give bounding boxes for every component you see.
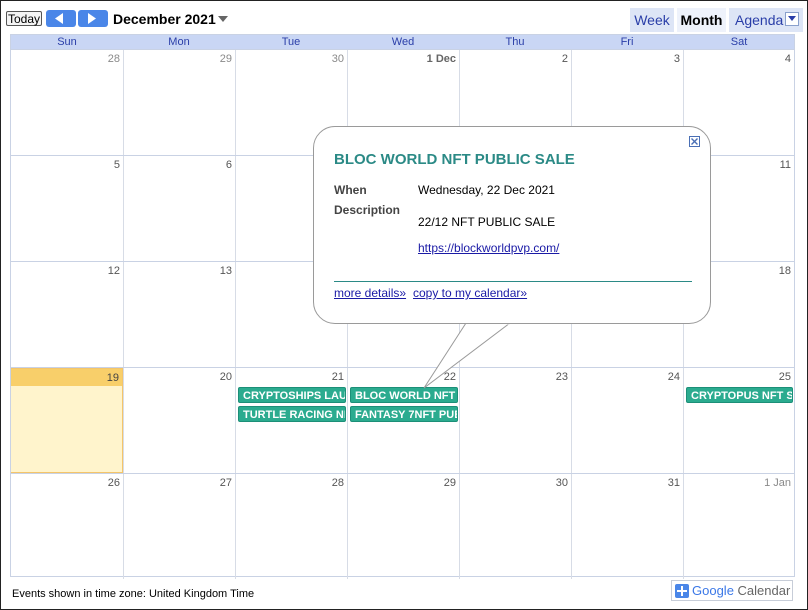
chevron-right-icon	[88, 13, 96, 24]
day-number: 29	[219, 53, 232, 65]
day-cell[interactable]: 20	[123, 368, 235, 473]
day-cell[interactable]: 30	[459, 474, 571, 579]
more-details-link[interactable]: more details»	[334, 286, 406, 300]
day-cell-today[interactable]: 19	[11, 368, 123, 473]
badge-calendar-word: Calendar	[737, 583, 791, 598]
chevron-left-icon	[55, 13, 63, 24]
day-cell[interactable]: 6	[123, 156, 235, 261]
day-cell[interactable]: 25 CRYPTOPUS NFT SALE	[683, 368, 794, 473]
day-number: 31	[667, 477, 680, 489]
event-chip[interactable]: TURTLE RACING NFT	[238, 406, 346, 422]
day-cell[interactable]: 1 Jan	[683, 474, 794, 579]
day-number: 18	[778, 265, 791, 277]
day-number: 30	[331, 53, 344, 65]
badge-google-word: Google	[692, 583, 734, 598]
day-cell[interactable]: 29	[347, 474, 459, 579]
description-label: Description	[334, 203, 401, 217]
month-dropdown-icon[interactable]	[218, 16, 228, 22]
close-icon[interactable]	[689, 136, 700, 147]
event-chip[interactable]: CRYPTOSHIPS LAUNCH	[238, 387, 346, 403]
day-number: 27	[219, 477, 232, 489]
event-details-popup: BLOC WORLD NFT PUBLIC SALE When Wednesda…	[313, 126, 711, 324]
day-number: 1 Jan	[764, 477, 791, 489]
weekday-sat: Sat	[730, 36, 748, 48]
popup-divider	[334, 281, 692, 282]
day-number: 22	[443, 371, 456, 383]
day-number: 4	[784, 53, 791, 65]
day-number: 12	[107, 265, 120, 277]
day-cell[interactable]: 5	[11, 156, 123, 261]
day-number: 28	[331, 477, 344, 489]
popup-title: BLOC WORLD NFT PUBLIC SALE	[334, 151, 575, 168]
day-cell[interactable]: 28	[11, 50, 123, 155]
plus-icon	[675, 584, 689, 598]
today-highlight	[11, 369, 122, 386]
next-month-button[interactable]	[78, 10, 108, 27]
day-number: 5	[113, 159, 120, 171]
day-number: 26	[107, 477, 120, 489]
day-number: 2	[561, 53, 568, 65]
chevron-down-icon	[788, 16, 796, 21]
previous-month-button[interactable]	[46, 10, 76, 27]
day-number: 20	[219, 371, 232, 383]
agenda-dropdown-button[interactable]	[785, 12, 799, 26]
weekday-header: Sun Mon Tue Wed Thu Fri Sat	[11, 35, 794, 49]
day-number: 23	[555, 371, 568, 383]
day-number: 13	[219, 265, 232, 277]
day-number: 24	[667, 371, 680, 383]
day-cell[interactable]: 23	[459, 368, 571, 473]
day-cell[interactable]: 12	[11, 262, 123, 367]
day-cell[interactable]: 24	[571, 368, 683, 473]
day-cell[interactable]: 13	[123, 262, 235, 367]
day-number: 28	[107, 53, 120, 65]
day-number: 3	[673, 53, 680, 65]
day-cell[interactable]: 21 CRYPTOSHIPS LAUNCH TURTLE RACING NFT	[235, 368, 347, 473]
day-number: 25	[778, 371, 791, 383]
week-row: 19 20 21 CRYPTOSHIPS LAUNCH TURTLE RACIN…	[11, 367, 794, 473]
google-calendar-logo-text: Google Calendar	[692, 583, 790, 598]
day-cell[interactable]: 28	[235, 474, 347, 579]
description-value: 22/12 NFT PUBLIC SALE	[418, 215, 556, 229]
day-cell[interactable]: 29	[123, 50, 235, 155]
day-number: 30	[555, 477, 568, 489]
week-row: 26 27 28 29 30 31 1 Jan	[11, 473, 794, 579]
day-cell[interactable]: 22 BLOC WORLD NFT PUBLIC SALE FANTASY 7N…	[347, 368, 459, 473]
weekday-mon: Mon	[168, 36, 190, 48]
day-cell[interactable]: 31	[571, 474, 683, 579]
day-number: 21	[331, 371, 344, 383]
google-calendar-badge[interactable]: Google Calendar	[671, 580, 793, 601]
day-number: 29	[443, 477, 456, 489]
day-number: 1 Dec	[426, 53, 456, 65]
weekday-fri: Fri	[620, 36, 634, 48]
today-button[interactable]: Today	[6, 11, 42, 26]
day-number: 19	[106, 372, 119, 384]
event-chip[interactable]: CRYPTOPUS NFT SALE	[686, 387, 793, 403]
day-number: 6	[225, 159, 232, 171]
weekday-wed: Wed	[391, 36, 415, 48]
weekday-sun: Sun	[57, 36, 77, 48]
description-url-link[interactable]: https://blockworldpvp.com/	[418, 241, 559, 255]
month-title: December 2021	[113, 11, 216, 27]
copy-to-calendar-link[interactable]: copy to my calendar»	[413, 286, 527, 300]
day-cell[interactable]: 26	[11, 474, 123, 579]
event-chip[interactable]: FANTASY 7NFT PUBLIC SALE	[350, 406, 458, 422]
when-value: Wednesday, 22 Dec 2021	[418, 183, 555, 197]
when-label: When	[334, 183, 367, 197]
day-cell[interactable]: 27	[123, 474, 235, 579]
timezone-note: Events shown in time zone: United Kingdo…	[12, 588, 255, 600]
event-chip-selected[interactable]: BLOC WORLD NFT PUBLIC SALE	[350, 387, 458, 403]
day-number: 11	[779, 159, 791, 171]
tab-week[interactable]: Week	[630, 8, 674, 32]
weekday-thu: Thu	[505, 36, 525, 48]
tab-month[interactable]: Month	[677, 8, 726, 32]
weekday-tue: Tue	[281, 36, 301, 48]
toolbar: Today December 2021 Week Month Agenda	[0, 0, 808, 34]
